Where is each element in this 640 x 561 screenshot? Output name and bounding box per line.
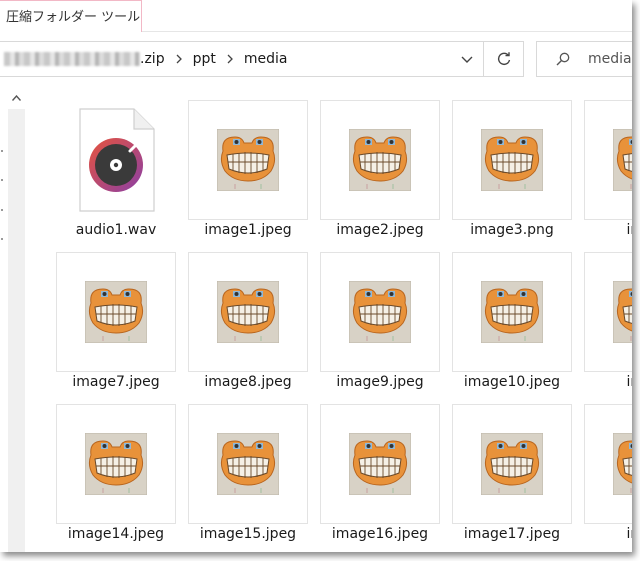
file-name: image2.jpeg bbox=[336, 222, 424, 238]
file-name: image1.jpeg bbox=[204, 222, 292, 238]
search-box[interactable]: media bbox=[536, 41, 632, 77]
navigation-scrollbar-track[interactable] bbox=[8, 109, 25, 552]
file-thumbnail[interactable] bbox=[452, 100, 572, 220]
file-name: image10.jpeg bbox=[463, 374, 561, 390]
chevron-right-icon[interactable] bbox=[165, 54, 193, 64]
breadcrumb-zip[interactable]: .zip bbox=[140, 51, 165, 67]
ribbon-tab-compressed-folder-tools[interactable]: 圧縮フォルダー ツール bbox=[0, 0, 142, 32]
image-thumbnail bbox=[85, 433, 147, 495]
image-thumbnail bbox=[613, 281, 632, 343]
file-thumbnail[interactable] bbox=[584, 404, 632, 524]
file-name: image3.png bbox=[470, 222, 554, 238]
file-name: imag bbox=[626, 374, 633, 390]
image-thumbnail bbox=[481, 129, 543, 191]
refresh-icon bbox=[497, 52, 510, 66]
ribbon: 圧縮フォルダー ツール bbox=[0, 0, 632, 34]
image-thumbnail bbox=[217, 433, 279, 495]
explorer-window: 圧縮フォルダー ツール .zip ppt media media audio1.… bbox=[0, 0, 632, 552]
nav-marker bbox=[1, 150, 3, 152]
file-name: image14.jpeg bbox=[67, 526, 165, 542]
breadcrumb-ppt[interactable]: ppt bbox=[193, 51, 216, 67]
image-thumbnail bbox=[349, 281, 411, 343]
navigation-pane-strip bbox=[0, 87, 28, 552]
breadcrumb: .zip ppt media bbox=[0, 42, 287, 76]
file-name: image7.jpeg bbox=[72, 374, 160, 390]
file-name: image16.jpeg bbox=[331, 526, 429, 542]
refresh-button[interactable] bbox=[484, 41, 524, 77]
image-thumbnail bbox=[613, 433, 632, 495]
nav-marker bbox=[1, 179, 3, 181]
file-thumbnail[interactable] bbox=[452, 252, 572, 372]
image-thumbnail bbox=[217, 129, 279, 191]
image-thumbnail bbox=[481, 281, 543, 343]
file-name: imag bbox=[626, 526, 633, 542]
file-name: image9.jpeg bbox=[336, 374, 424, 390]
image-thumbnail bbox=[349, 129, 411, 191]
file-thumbnail[interactable] bbox=[320, 100, 440, 220]
file-name: audio1.wav bbox=[75, 222, 157, 238]
scroll-up-arrow-icon[interactable] bbox=[8, 87, 25, 109]
file-thumbnail[interactable] bbox=[320, 404, 440, 524]
file-thumbnail[interactable] bbox=[320, 252, 440, 372]
image-thumbnail bbox=[613, 129, 632, 191]
file-name: image15.jpeg bbox=[199, 526, 297, 542]
file-name: image17.jpeg bbox=[463, 526, 561, 542]
file-thumbnail[interactable] bbox=[452, 404, 572, 524]
image-thumbnail bbox=[481, 433, 543, 495]
nav-marker bbox=[1, 238, 3, 240]
search-icon bbox=[556, 52, 570, 66]
file-thumbnail[interactable] bbox=[188, 100, 308, 220]
file-thumbnail[interactable] bbox=[188, 404, 308, 524]
file-thumbnail[interactable] bbox=[56, 252, 176, 372]
search-input[interactable]: media bbox=[588, 51, 632, 67]
nav-marker bbox=[1, 209, 3, 211]
file-name: imag bbox=[626, 222, 633, 238]
breadcrumb-media[interactable]: media bbox=[244, 51, 288, 67]
address-bar[interactable]: .zip ppt media bbox=[0, 41, 484, 77]
blurred-path-segment bbox=[4, 52, 140, 66]
chevron-down-icon[interactable] bbox=[461, 53, 473, 65]
ribbon-divider bbox=[142, 31, 632, 32]
file-thumbnail[interactable] bbox=[584, 100, 632, 220]
file-thumbnail[interactable] bbox=[188, 252, 308, 372]
image-thumbnail bbox=[217, 281, 279, 343]
file-thumbnail[interactable] bbox=[56, 100, 176, 220]
image-thumbnail bbox=[85, 281, 147, 343]
image-thumbnail bbox=[349, 433, 411, 495]
audio-file-icon bbox=[79, 108, 155, 212]
file-thumbnail[interactable] bbox=[584, 252, 632, 372]
file-name: image8.jpeg bbox=[204, 374, 292, 390]
file-thumbnail[interactable] bbox=[56, 404, 176, 524]
chevron-right-icon[interactable] bbox=[216, 54, 244, 64]
